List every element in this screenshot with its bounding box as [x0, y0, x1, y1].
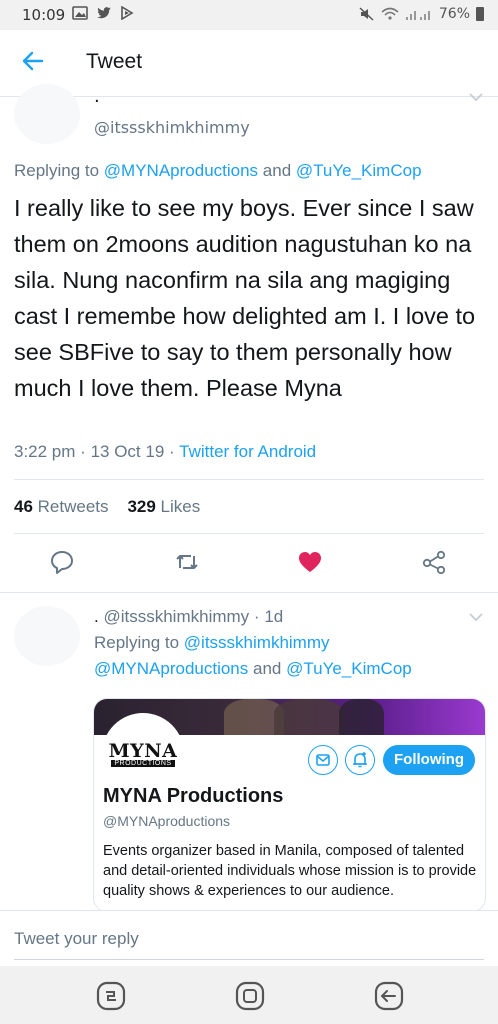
- twitter-bird-icon: [97, 7, 111, 19]
- envelope-icon: [316, 754, 330, 766]
- status-right: 76%: [359, 6, 484, 22]
- likes-label: Likes: [160, 497, 201, 516]
- card-bio: Events organizer based in Manila, compos…: [103, 843, 477, 899]
- card-display-name[interactable]: MYNA Productions: [103, 785, 283, 808]
- reply-composer: Tweet your reply: [0, 910, 498, 967]
- page-title: Tweet: [86, 50, 143, 73]
- meta-separator: ·: [80, 442, 86, 461]
- likes-count: 329: [127, 497, 156, 516]
- arrow-left-icon: [22, 51, 44, 71]
- home-icon: [235, 981, 265, 1011]
- back-icon: [374, 981, 404, 1011]
- recents-button[interactable]: [95, 980, 127, 1012]
- replying-to: Replying to @MYNAproductions and @TuYe_K…: [14, 161, 422, 181]
- comment-icon: [51, 551, 73, 574]
- chevron-down-icon[interactable]: [468, 612, 484, 622]
- bell-plus-icon: [353, 752, 367, 768]
- chevron-down-icon[interactable]: [468, 92, 484, 102]
- logo-text-top: MYNA: [108, 739, 178, 762]
- mention-link[interactable]: @TuYe_KimCop: [296, 161, 422, 180]
- notify-button[interactable]: [345, 745, 375, 775]
- tweet-date: 13 Oct 19: [90, 442, 165, 461]
- reply-tweet-header: . @itssskhimkhimmy · 1d Replying to @its…: [94, 604, 484, 682]
- author-avatar[interactable]: [14, 84, 80, 144]
- like-button[interactable]: [296, 548, 326, 578]
- reply-author-line: . @itssskhimkhimmy · 1d: [94, 604, 484, 630]
- reply-input-underline: [14, 959, 484, 960]
- mention-link[interactable]: @TuYe_KimCop: [286, 659, 412, 678]
- retweet-icon: [176, 555, 198, 569]
- heart-filled-icon: [299, 552, 321, 572]
- divider: [14, 479, 484, 480]
- author-handle[interactable]: @itssskhimkhimmy: [94, 118, 250, 137]
- battery-percent: 76%: [438, 6, 470, 22]
- retweets-count: 46: [14, 497, 33, 516]
- banner-figure: [339, 699, 384, 735]
- reply-replying-to: Replying to @itssskhimkhimmy @MYNAproduc…: [94, 630, 484, 682]
- reply-author-handle[interactable]: @itssskhimkhimmy: [103, 607, 249, 626]
- replying-prefix: Replying to: [14, 161, 100, 180]
- reply-author-avatar[interactable]: [14, 606, 80, 666]
- myna-logo: MYNA PRODUCTIONS: [102, 713, 184, 795]
- mention-link[interactable]: @itssskhimkhimmy: [184, 633, 330, 652]
- mention-link[interactable]: @MYNAproductions: [94, 659, 248, 678]
- wifi-icon: [381, 7, 399, 20]
- status-time: 10:09: [22, 6, 66, 24]
- profile-card[interactable]: MYNA PRODUCTIONS Following MYNA Producti…: [93, 698, 486, 912]
- mention-link[interactable]: @MYNAproductions: [104, 161, 258, 180]
- retweets-label: Retweets: [37, 497, 109, 516]
- gallery-icon: [72, 6, 88, 20]
- logo-text-bottom: PRODUCTIONS: [111, 759, 175, 767]
- tweet-actions: [0, 548, 498, 578]
- signal-icon: [405, 11, 430, 20]
- battery-icon: [476, 7, 484, 21]
- message-button[interactable]: [308, 745, 338, 775]
- meta-separator: ·: [253, 607, 260, 626]
- back-nav-button[interactable]: [373, 980, 405, 1012]
- recents-icon: [96, 981, 126, 1011]
- card-handle[interactable]: @MYNAproductions: [103, 813, 230, 829]
- divider: [0, 592, 498, 593]
- meta-separator: ·: [169, 442, 175, 461]
- reply-age: 1d: [264, 607, 284, 626]
- tweet-source-link[interactable]: Twitter for Android: [179, 442, 316, 461]
- tweet-stats: 46 Retweets 329 Likes: [14, 497, 200, 517]
- notification-icons: [72, 6, 134, 20]
- replying-prefix: Replying to: [94, 633, 180, 652]
- status-bar: 10:09 76%: [0, 0, 498, 30]
- tweet-meta: 3:22 pm · 13 Oct 19 · Twitter for Androi…: [14, 442, 316, 462]
- author-name[interactable]: .: [94, 86, 100, 107]
- tweet-time: 3:22 pm: [14, 442, 76, 461]
- play-store-icon: [121, 6, 134, 20]
- replying-and: and: [262, 161, 292, 180]
- system-nav-bar: [0, 966, 498, 1024]
- share-button[interactable]: [420, 548, 450, 578]
- likes-stat[interactable]: 329 Likes: [127, 497, 200, 516]
- retweets-stat[interactable]: 46 Retweets: [14, 497, 109, 516]
- banner-figure: [274, 699, 344, 735]
- back-button[interactable]: [20, 48, 50, 78]
- home-button[interactable]: [234, 980, 266, 1012]
- tweet-text: I really like to see my boys. Ever since…: [14, 195, 476, 401]
- divider: [14, 533, 484, 534]
- app-header: Tweet: [0, 30, 498, 97]
- share-icon: [422, 550, 446, 575]
- reply-input[interactable]: Tweet your reply: [14, 929, 139, 949]
- replying-and: and: [253, 659, 282, 678]
- reply-button[interactable]: [48, 548, 78, 578]
- following-button[interactable]: Following: [383, 745, 475, 775]
- retweet-button[interactable]: [172, 548, 202, 578]
- mute-icon: [359, 7, 374, 21]
- reply-author-name[interactable]: .: [94, 607, 99, 626]
